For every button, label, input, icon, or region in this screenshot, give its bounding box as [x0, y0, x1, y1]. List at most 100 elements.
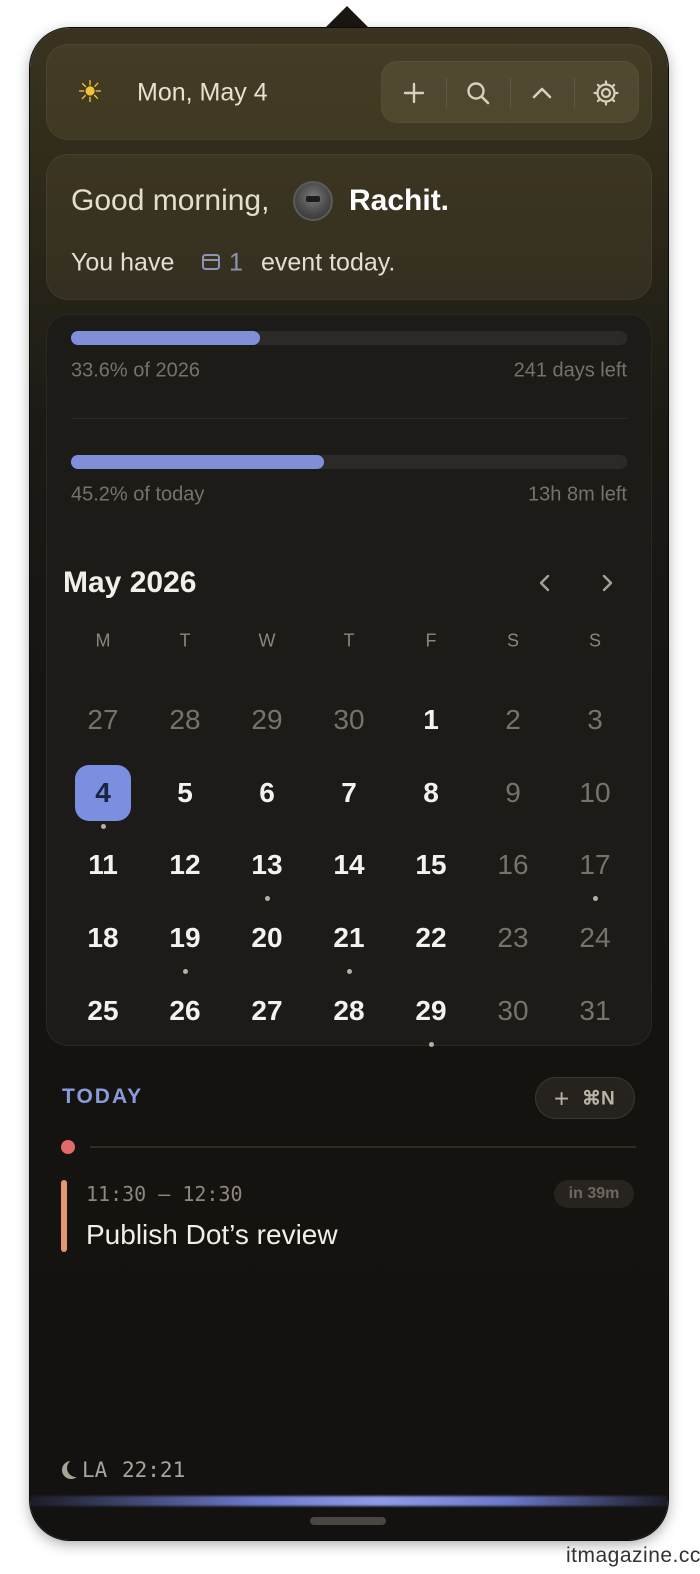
year-days-left: 241 days left — [513, 359, 627, 382]
calendar-day[interactable]: 5 — [157, 765, 213, 821]
today-section-label: TODAY — [62, 1085, 144, 1108]
event-indicator-dot — [265, 896, 270, 901]
calendar-day[interactable]: 6 — [239, 765, 295, 821]
calendar-icon — [202, 254, 220, 270]
calendar-card: 33.6% of 2026 241 days left 45.2% of tod… — [46, 314, 652, 1047]
resize-handle[interactable] — [310, 1517, 386, 1525]
calendar-day[interactable]: 17 — [567, 837, 623, 893]
event-indicator-dot — [347, 969, 352, 974]
header-bar: ☀ Mon, May 4 — [46, 44, 652, 140]
summary-lead: You have — [71, 248, 175, 277]
weekday-header: T — [343, 630, 355, 651]
calendar-day[interactable]: 31 — [567, 983, 623, 1039]
panel-notch — [325, 6, 369, 28]
timezone-time: 22:21 — [122, 1458, 186, 1482]
calendar-day[interactable]: 15 — [403, 837, 459, 893]
glow-bar — [30, 1496, 668, 1506]
calendar-day[interactable]: 1 — [403, 692, 459, 748]
greeting-text: Good morning, — [71, 184, 270, 217]
gear-icon — [593, 80, 619, 106]
event-countdown-badge: in 39m — [554, 1180, 634, 1208]
weekday-header: W — [258, 630, 276, 651]
chevron-right-icon — [602, 574, 613, 592]
shortcut-hint: ⌘N — [582, 1088, 615, 1110]
search-icon — [467, 82, 490, 105]
summary-tail: event today. — [261, 248, 396, 277]
sun-icon: ☀ — [76, 76, 104, 109]
calendar-day[interactable]: 23 — [485, 910, 541, 966]
month-title: May 2026 — [63, 566, 197, 599]
calendar-day[interactable]: 29 — [239, 692, 295, 748]
calendar-day[interactable]: 19 — [157, 910, 213, 966]
menu-bar-panel: ☀ Mon, May 4 Good morning, Rachit. You h… — [30, 28, 668, 1540]
calendar-day[interactable]: 25 — [75, 983, 131, 1039]
weekday-header: S — [506, 630, 519, 651]
settings-button[interactable] — [574, 62, 638, 124]
chevron-up-icon — [532, 87, 552, 99]
calendar-day[interactable]: 12 — [157, 837, 213, 893]
calendar-day[interactable]: 30 — [321, 692, 377, 748]
calendar-day-today[interactable]: 4 — [75, 765, 131, 821]
calendar-day[interactable]: 24 — [567, 910, 623, 966]
year-progress-fill — [71, 331, 261, 345]
calendar-day[interactable]: 20 — [239, 910, 295, 966]
calendar-day[interactable]: 18 — [75, 910, 131, 966]
add-event-button[interactable] — [382, 62, 446, 124]
plus-icon — [403, 82, 425, 104]
day-time-left: 13h 8m left — [528, 483, 627, 506]
calendar-day[interactable]: 27 — [239, 983, 295, 1039]
toolbar — [381, 61, 639, 123]
event-color-bar — [61, 1180, 67, 1252]
weekday-header: M — [95, 630, 111, 651]
calendar-day[interactable]: 13 — [239, 837, 295, 893]
calendar-day[interactable]: 30 — [485, 983, 541, 1039]
calendar-day[interactable]: 14 — [321, 837, 377, 893]
calendar-day[interactable]: 29 — [403, 983, 459, 1039]
date-label: Mon, May 4 — [137, 78, 268, 107]
greeting-card: Good morning, Rachit. You have 1 event t… — [46, 154, 652, 300]
year-progress-label: 33.6% of 2026 — [71, 359, 200, 382]
calendar-day[interactable]: 28 — [157, 692, 213, 748]
calendar-day[interactable]: 21 — [321, 910, 377, 966]
calendar-day[interactable]: 10 — [567, 765, 623, 821]
chevron-left-icon — [539, 574, 550, 592]
plus-icon: + — [554, 1083, 570, 1114]
divider — [71, 418, 627, 419]
calendar-day[interactable]: 2 — [485, 692, 541, 748]
timezone-label: LA — [82, 1458, 108, 1482]
collapse-button[interactable] — [510, 62, 574, 124]
user-name: Rachit. — [349, 184, 450, 217]
day-progress-fill — [71, 455, 324, 469]
weekday-header: T — [179, 630, 191, 651]
moon-icon — [62, 1461, 80, 1479]
event-title: Publish Dot’s review — [86, 1219, 338, 1250]
calendar-day[interactable]: 9 — [485, 765, 541, 821]
year-progress-bar — [71, 331, 627, 345]
calendar-day[interactable]: 7 — [321, 765, 377, 821]
calendar-day[interactable]: 22 — [403, 910, 459, 966]
watermark: itmagazine.cc — [566, 1544, 700, 1567]
weekday-header: F — [425, 630, 437, 651]
current-time-line — [90, 1146, 636, 1148]
weekday-header: S — [588, 630, 601, 651]
event-time: 11:30 – 12:30 — [86, 1182, 243, 1206]
calendar-day[interactable]: 26 — [157, 983, 213, 1039]
next-month-button[interactable] — [591, 567, 623, 599]
calendar-day[interactable]: 3 — [567, 692, 623, 748]
search-button[interactable] — [446, 62, 510, 124]
current-time-dot — [61, 1140, 75, 1154]
calendar-day[interactable]: 11 — [75, 837, 131, 893]
calendar-day[interactable]: 28 — [321, 983, 377, 1039]
day-progress-bar — [71, 455, 627, 469]
calendar-day[interactable]: 8 — [403, 765, 459, 821]
event-indicator-dot — [593, 896, 598, 901]
event-count: 1 — [229, 248, 243, 277]
calendar-day[interactable]: 16 — [485, 837, 541, 893]
event-indicator-dot — [429, 1042, 434, 1047]
prev-month-button[interactable] — [529, 567, 561, 599]
day-progress-label: 45.2% of today — [71, 483, 205, 506]
calendar-day[interactable]: 27 — [75, 692, 131, 748]
avatar[interactable] — [293, 181, 333, 221]
quick-add-button[interactable]: + ⌘N — [535, 1077, 635, 1119]
event-indicator-dot — [183, 969, 188, 974]
